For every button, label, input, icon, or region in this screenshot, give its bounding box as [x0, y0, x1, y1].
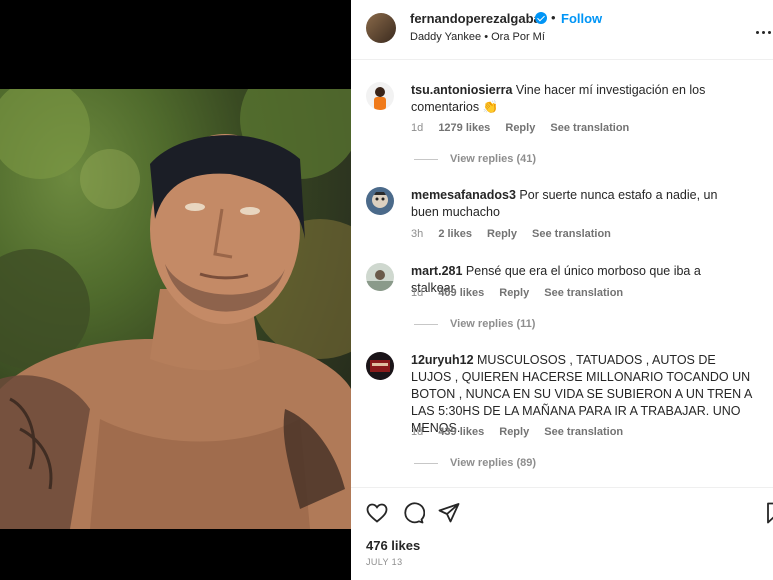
- see-translation-button[interactable]: See translation: [544, 287, 623, 299]
- comment-meta: 1d 1279 likes Reply See translation: [411, 122, 641, 134]
- commenter-avatar[interactable]: [366, 82, 394, 110]
- reply-button[interactable]: Reply: [499, 287, 529, 299]
- comment-time: 1d: [411, 287, 424, 299]
- post-header: fernandoperezalgaba • Follow Daddy Yanke…: [351, 0, 773, 60]
- post-media: [0, 0, 351, 580]
- reply-button[interactable]: Reply: [487, 228, 517, 240]
- more-icon[interactable]: [756, 21, 773, 34]
- comment-time: 3h: [411, 228, 424, 240]
- comment-icon[interactable]: [401, 501, 426, 525]
- view-replies-label: View replies (89): [450, 457, 537, 469]
- heart-icon[interactable]: [365, 501, 389, 525]
- comment-likes[interactable]: 1279 likes: [438, 122, 490, 134]
- separator-dot: •: [551, 10, 556, 25]
- post-likes-count[interactable]: 476 likes: [366, 538, 420, 553]
- audio-label[interactable]: Daddy Yankee • Ora Por Mí: [410, 31, 545, 43]
- view-replies-label: View replies (11): [450, 318, 536, 330]
- commenter-avatar[interactable]: [366, 263, 394, 291]
- comment-text: tsu.antoniosierra Vine hacer mí investig…: [411, 82, 741, 116]
- photo-illustration: [0, 89, 351, 529]
- comment-text: memesafanados3 Por suerte nunca estafo a…: [411, 187, 741, 221]
- reply-button[interactable]: Reply: [505, 122, 535, 134]
- commenter-username[interactable]: 12uryuh12: [411, 353, 474, 367]
- post-actions: 476 likes JULY 13: [351, 487, 773, 580]
- commenter-avatar[interactable]: [366, 187, 394, 215]
- share-icon[interactable]: [437, 501, 461, 525]
- see-translation-button[interactable]: See translation: [532, 228, 611, 240]
- commenter-username[interactable]: mart.281: [411, 264, 462, 278]
- comment-meta: 3h 2 likes Reply See translation: [411, 228, 623, 240]
- comment-item: 12uryuh12 MUSCULOSOS , TATUADOS , AUTOS …: [351, 351, 773, 476]
- post-date: JULY 13: [366, 557, 403, 567]
- comment-item: tsu.antoniosierra Vine hacer mí investig…: [351, 80, 773, 180]
- post-details-panel: fernandoperezalgaba • Follow Daddy Yanke…: [351, 0, 773, 580]
- comment-likes[interactable]: 409 likes: [438, 287, 484, 299]
- comment-likes[interactable]: 439 likes: [438, 426, 484, 438]
- comment-meta: 1d 409 likes Reply See translation: [411, 287, 635, 299]
- bookmark-icon[interactable]: [763, 501, 773, 525]
- author-username[interactable]: fernandoperezalgaba: [410, 11, 541, 26]
- commenter-username[interactable]: memesafanados3: [411, 188, 516, 202]
- comment-time: 1d: [411, 122, 424, 134]
- commenter-username[interactable]: tsu.antoniosierra: [411, 83, 512, 97]
- verified-badge-icon: [535, 12, 547, 24]
- reply-button[interactable]: Reply: [499, 426, 529, 438]
- view-replies-button[interactable]: View replies (11): [414, 318, 535, 330]
- commenter-avatar[interactable]: [366, 352, 394, 380]
- comment-item: mart.281 Pensé que era el único morboso …: [351, 262, 773, 342]
- see-translation-button[interactable]: See translation: [550, 122, 629, 134]
- comment-meta: 1d 439 likes Reply See translation: [411, 426, 635, 438]
- comment-text: 12uryuh12 MUSCULOSOS , TATUADOS , AUTOS …: [411, 352, 756, 437]
- view-replies-button[interactable]: View replies (41): [414, 153, 536, 165]
- comment-likes[interactable]: 2 likes: [438, 228, 472, 240]
- author-avatar[interactable]: [366, 13, 396, 43]
- view-replies-label: View replies (41): [450, 153, 537, 165]
- comment-item: memesafanados3 Por suerte nunca estafo a…: [351, 186, 773, 256]
- see-translation-button[interactable]: See translation: [544, 426, 623, 438]
- view-replies-button[interactable]: View replies (89): [414, 457, 536, 469]
- post-photo[interactable]: [0, 89, 351, 529]
- comment-time: 1d: [411, 426, 424, 438]
- follow-button[interactable]: Follow: [561, 11, 602, 26]
